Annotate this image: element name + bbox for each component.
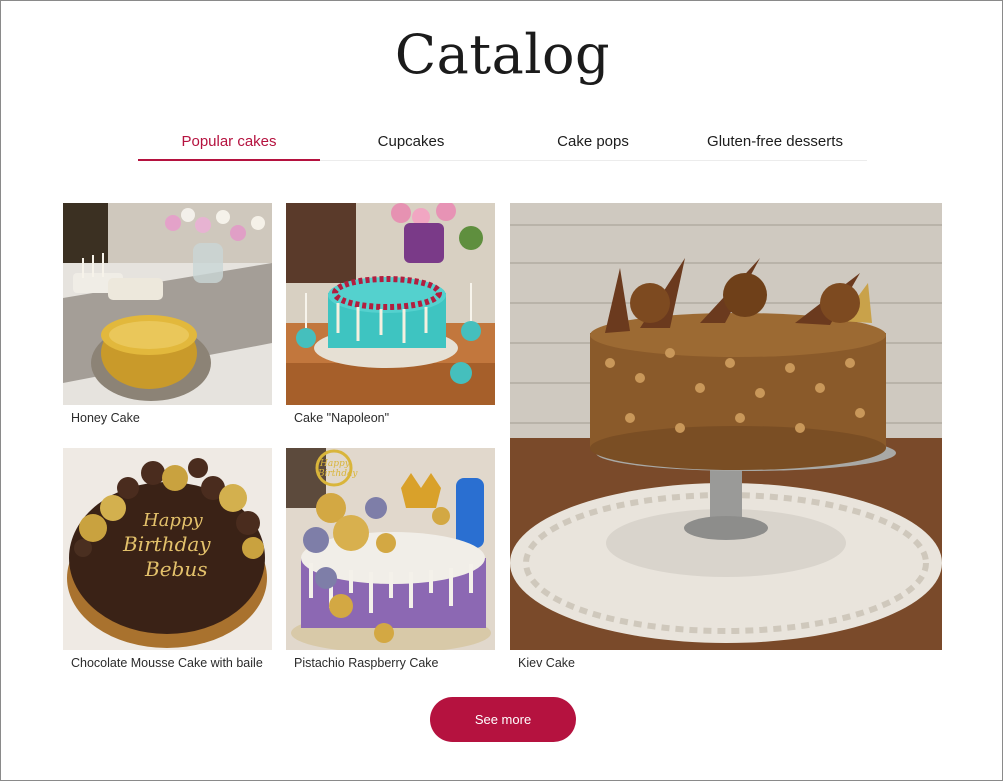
product-name: Cake "Napoleon": [294, 411, 390, 425]
inscription-birthday: Birthday: [122, 532, 211, 556]
tab-gluten-free-desserts[interactable]: Gluten-free desserts: [684, 129, 866, 160]
see-more-button[interactable]: See more: [430, 697, 576, 742]
inscription-happy: Happy: [142, 510, 203, 531]
category-tabs: Popular cakes Cupcakes Cake pops Gluten-…: [138, 129, 867, 161]
product-name: Honey Cake: [71, 411, 140, 425]
catalog-section: Catalog Popular cakes Cupcakes Cake pops…: [0, 0, 1003, 781]
pistachio-raspberry-cake-photo[interactable]: Happy Birthday: [286, 448, 495, 650]
product-name: Chocolate Mousse Cake with baile: [71, 656, 263, 670]
napoleon-cake-photo[interactable]: [286, 203, 495, 405]
product-card-pistachio-raspberry-cake[interactable]: Happy Birthday Pistachio Raspberry Cake: [286, 448, 495, 678]
topper-happy: Happy: [319, 459, 351, 469]
inscription-name: Bebus: [144, 557, 207, 581]
tab-cake-pops[interactable]: Cake pops: [502, 129, 684, 160]
kiev-cake-photo[interactable]: [510, 203, 942, 650]
product-card-honey-cake[interactable]: Honey Cake: [63, 203, 272, 433]
product-name: Pistachio Raspberry Cake: [294, 656, 439, 670]
honey-cake-photo[interactable]: [63, 203, 272, 405]
tab-cupcakes[interactable]: Cupcakes: [320, 129, 502, 160]
product-card-napoleon[interactable]: Cake "Napoleon": [286, 203, 495, 433]
chocolate-mousse-cake-photo[interactable]: Happy Birthday Bebus: [63, 448, 272, 650]
product-name: Kiev Cake: [518, 656, 575, 670]
tab-popular-cakes[interactable]: Popular cakes: [138, 129, 320, 161]
product-card-chocolate-mousse-cake[interactable]: Happy Birthday Bebus Chocolate Mousse Ca…: [63, 448, 272, 678]
page-title: Catalog: [394, 23, 611, 86]
product-card-kiev-cake[interactable]: Kiev Cake: [510, 203, 942, 677]
topper-birthday: Birthday: [317, 469, 358, 479]
